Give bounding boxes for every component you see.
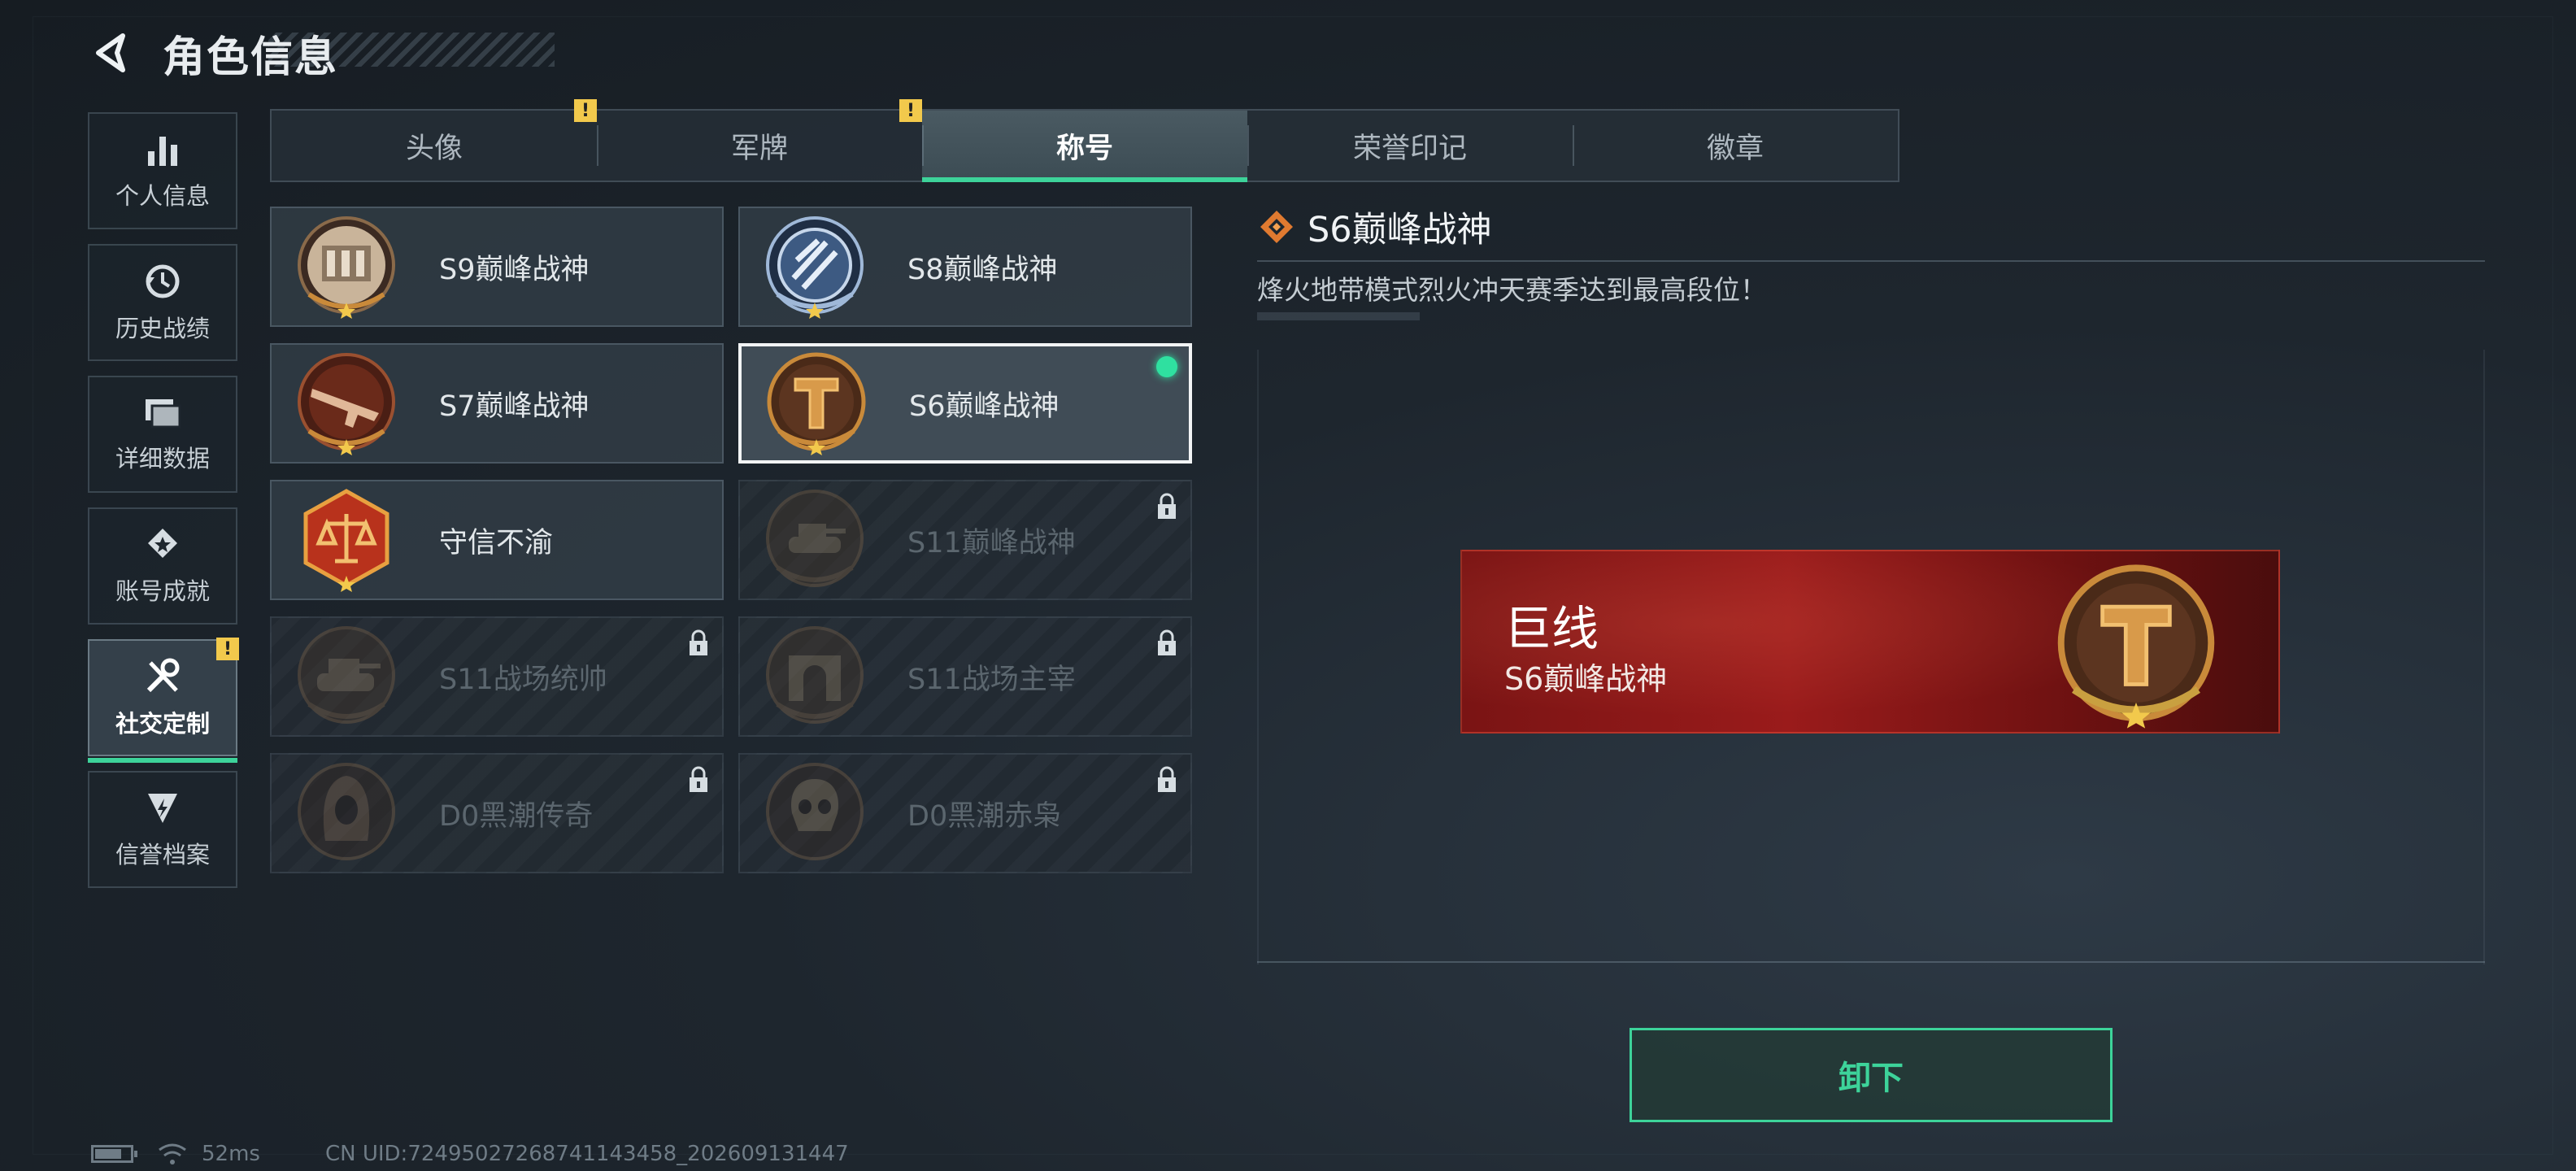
title-name: S7巅峰战神 bbox=[439, 390, 590, 423]
achievement-icon bbox=[148, 529, 177, 558]
shield-t-medal-icon bbox=[2057, 564, 2215, 729]
tab-badges[interactable]: 徽章 bbox=[1573, 111, 1898, 181]
warning-badge: ! bbox=[216, 638, 239, 660]
title-name: S8巅峰战神 bbox=[907, 253, 1058, 286]
sidebar-item-detailed-data[interactable]: 详细数据 bbox=[88, 376, 237, 493]
title-card[interactable]: S7巅峰战神 bbox=[270, 343, 724, 464]
sidebar-item-history[interactable]: 历史战绩 bbox=[88, 244, 237, 361]
scales-medal-icon bbox=[303, 489, 389, 592]
unequip-button[interactable]: 卸下 bbox=[1630, 1028, 2113, 1122]
warning-badge: ! bbox=[899, 99, 922, 122]
sidebar-item-personal-info[interactable]: 个人信息 bbox=[88, 112, 237, 229]
lock-icon bbox=[1158, 493, 1176, 519]
title-banner-preview: 巨线 S6巅峰战神 bbox=[1460, 550, 2280, 734]
page-title: 角色信息 bbox=[163, 33, 339, 82]
shield-t-medal-icon bbox=[767, 352, 866, 455]
folders-icon bbox=[146, 399, 181, 429]
tab-avatar[interactable]: 头像 ! bbox=[272, 99, 597, 181]
title-card[interactable]: S8巅峰战神 bbox=[738, 207, 1192, 327]
tab-label: 徽章 bbox=[1706, 132, 1764, 165]
sidebar-item-label: 信誉档案 bbox=[115, 841, 210, 868]
wifi-icon bbox=[159, 1143, 186, 1164]
tab-label: 荣誉印记 bbox=[1352, 132, 1467, 165]
title-card-locked[interactable]: D0黑潮赤枭 bbox=[738, 753, 1192, 873]
skull-medal-icon bbox=[766, 763, 864, 860]
lock-icon bbox=[1158, 629, 1176, 655]
arch-medal-icon bbox=[766, 626, 864, 724]
tab-label: 军牌 bbox=[730, 132, 788, 165]
title-name: S11巅峰战神 bbox=[907, 526, 1076, 559]
equipped-indicator bbox=[1156, 356, 1177, 377]
sidebar-item-social-custom[interactable]: ! 社交定制 bbox=[88, 638, 239, 763]
bar-chart-icon bbox=[148, 137, 177, 166]
tab-honor-marks[interactable]: 荣誉印记 bbox=[1247, 111, 1573, 181]
sidebar-item-achievements[interactable]: 账号成就 bbox=[88, 507, 237, 625]
detail-title: S6巅峰战神 bbox=[1308, 210, 1492, 250]
title-name: S9巅峰战神 bbox=[439, 253, 590, 286]
title-name: S6巅峰战神 bbox=[909, 390, 1060, 423]
title-name: D0黑潮传奇 bbox=[439, 799, 594, 833]
tab-titles[interactable]: 称号 bbox=[922, 111, 1247, 182]
ping-readout: 52ms bbox=[202, 1142, 260, 1166]
tools-icon bbox=[146, 658, 180, 693]
decorative-line bbox=[1257, 312, 1420, 320]
battery-icon bbox=[91, 1145, 137, 1163]
tank-medal-icon bbox=[298, 626, 395, 724]
sidebar: 个人信息 历史战绩 详细数据 账号成就 ! 社交定制 信誉档案 bbox=[88, 112, 239, 903]
detail-description: 烽火地带模式烈火冲天赛季达到最高段位！ bbox=[1257, 274, 1767, 306]
title-card-locked[interactable]: S11战场统帅 bbox=[270, 616, 724, 737]
banner-title: S6巅峰战神 bbox=[1504, 661, 1668, 697]
detail-header: S6巅峰战神 bbox=[1257, 202, 2485, 262]
title-card[interactable]: 守信不渝 bbox=[270, 480, 724, 600]
warning-badge: ! bbox=[574, 99, 597, 122]
emblem-blue-medal-icon bbox=[766, 216, 864, 319]
credit-icon bbox=[148, 794, 177, 823]
lock-icon bbox=[690, 766, 707, 792]
rifle-medal-icon bbox=[298, 353, 395, 455]
diamond-icon bbox=[1260, 211, 1293, 243]
category-tabs: 头像 ! 军牌 ! 称号 荣誉印记 徽章 bbox=[270, 99, 1899, 182]
title-name: S11战场主宰 bbox=[907, 663, 1076, 696]
sidebar-item-label: 账号成就 bbox=[115, 577, 210, 605]
back-arrow-icon[interactable] bbox=[88, 28, 137, 77]
banner-player-name: 巨线 bbox=[1504, 601, 1599, 656]
title-card-locked[interactable]: S11巅峰战神 bbox=[738, 480, 1192, 600]
title-card-selected[interactable]: S6巅峰战神 bbox=[738, 343, 1192, 464]
title-name: 守信不渝 bbox=[439, 526, 554, 559]
title-card-locked[interactable]: D0黑潮传奇 bbox=[270, 753, 724, 873]
history-icon bbox=[146, 264, 180, 298]
tank-medal-icon bbox=[766, 490, 864, 587]
status-bar: 52ms CN UID:7249502726874114345­8_202609… bbox=[91, 1142, 849, 1166]
title-card[interactable]: S9巅峰战神 bbox=[270, 207, 724, 327]
title-name: S11战场统帅 bbox=[439, 663, 607, 696]
sidebar-item-label: 详细数据 bbox=[115, 445, 210, 472]
preview-divider bbox=[1257, 961, 2485, 963]
tab-label: 称号 bbox=[1055, 132, 1113, 165]
title-card-locked[interactable]: S11战场主宰 bbox=[738, 616, 1192, 737]
fortress-medal-icon bbox=[298, 216, 395, 319]
tab-label: 头像 bbox=[405, 132, 463, 165]
sidebar-item-label: 历史战绩 bbox=[115, 315, 210, 342]
sidebar-item-label: 个人信息 bbox=[115, 182, 210, 210]
lock-icon bbox=[1158, 766, 1176, 792]
hooded-medal-icon bbox=[298, 763, 395, 860]
user-uid: CN UID:7249502726874114345­8_20260913144… bbox=[324, 1142, 849, 1166]
header: 角色信息 bbox=[88, 24, 339, 82]
sidebar-item-credit-record[interactable]: 信誉档案 bbox=[88, 771, 237, 888]
title-name: D0黑潮赤枭 bbox=[907, 799, 1062, 833]
tab-dogtag[interactable]: 军牌 ! bbox=[597, 99, 922, 181]
title-grid: S9巅峰战神 S8巅峰战神 S7巅峰战神 S6巅峰战神 守信不渝 S11巅峰战神… bbox=[270, 207, 1197, 873]
sidebar-item-label: 社交定制 bbox=[115, 710, 210, 738]
lock-icon bbox=[690, 629, 707, 655]
